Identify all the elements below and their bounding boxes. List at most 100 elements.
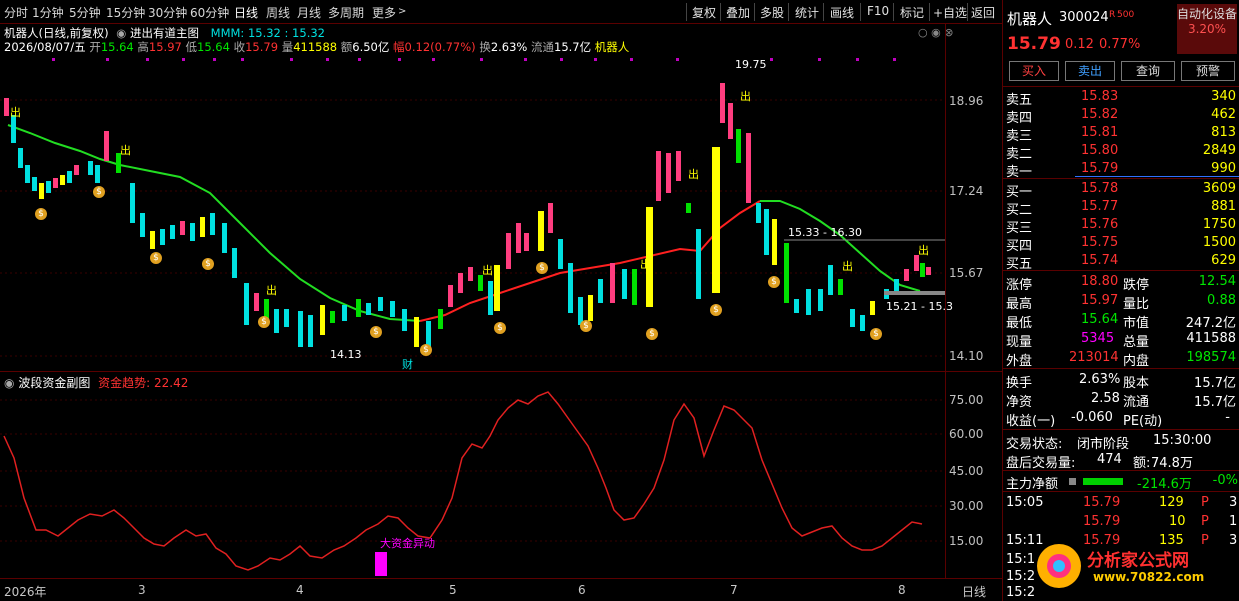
period-week[interactable]: 周线 [266,4,290,21]
quote-turnover: 2.63% [490,40,528,54]
bid-row-2: 买二 15.77 881 [1006,199,1236,218]
price-change: 0.12 [1065,37,1094,52]
bid-row-5: 买五 15.74 629 [1006,253,1236,272]
sell-button[interactable]: 卖出 [1065,61,1115,81]
money-bag-icon: $ [768,276,780,288]
quote-change: 0.12(0.77%) [404,40,476,54]
period-more[interactable]: 更多 [372,4,396,21]
f10-button[interactable]: F10 [867,4,889,18]
range-label-1: 15.33 - 16.30 [788,226,862,239]
money-bag-icon: $ [710,304,722,316]
stat2-row: 净资 2.58 流通 15.7亿 [1006,391,1236,410]
sub-axis-tick: 15.00 [949,534,984,548]
margin-flag: R [1109,10,1116,20]
tick-row: 15:05 15.79 129 P 3 [1006,495,1238,510]
chart-title: 机器人(日线,前复权) [4,26,109,40]
period-label[interactable]: 日线 [962,583,986,600]
out-signal: 出 [918,244,929,257]
out-signal: 出 [842,260,853,273]
stats-button[interactable]: 统计 [795,4,819,21]
candles [4,83,931,351]
quote-sector: 机器人 [594,40,630,54]
big-fund-signal: 大资金异动 [380,537,435,550]
more-chevron-icon[interactable]: > [398,6,406,17]
add-watchlist-button[interactable]: +自选 [933,4,967,21]
stat2-row: 收益(一) -0.060 PE(动) - [1006,410,1230,429]
period-tick[interactable]: 分时 [4,4,28,21]
sub-axis-tick: 45.00 [949,464,984,478]
period-30min[interactable]: 30分钟 [148,4,187,21]
multi-stock-button[interactable]: 多股 [760,4,784,21]
money-bag-icon: $ [646,328,658,340]
ask-row-4: 卖四 15.82 462 [1006,107,1236,126]
axis-tick: 14.10 [949,349,984,363]
query-button[interactable]: 查询 [1121,61,1175,81]
date-axis: 2026年 3 4 5 6 7 8 日线 [0,578,1002,601]
stock-code: 300024 [1059,10,1109,25]
back-button[interactable]: 返回 [971,4,995,21]
out-signal: 出 [740,90,751,103]
quote-panel: 机器人 300024 R 500 自动化设备 3.20% 15.79 0.12 … [1002,0,1239,601]
money-bag-icon: $ [870,328,882,340]
ask-row-3: 卖三 15.81 813 [1006,125,1236,144]
mmm-value: MMM: 15.32 : 15.32 [210,26,325,40]
axis-tick: 17.24 [949,184,984,198]
sub-axis-tick: 75.00 [949,393,984,407]
out-signal: 出 [10,106,21,119]
mark-button[interactable]: 标记 [900,4,924,21]
stat-row: 最低 15.64 市值 247.2亿 [1006,312,1236,331]
after-hours-row: 盘后交易量: 474 额: 74.8万 [1006,452,1193,471]
out-signal: 出 [640,258,651,271]
out-signal: 出 [482,264,493,277]
stock-name: 机器人 [1007,10,1053,28]
low-price-label: 14.13 [330,348,362,361]
period-month[interactable]: 月线 [297,4,321,21]
quote-amount: 6.50亿 [352,40,390,54]
draw-line-button[interactable]: 画线 [830,4,854,21]
adjust-button[interactable]: 复权 [692,4,716,21]
overlay-button[interactable]: 叠加 [726,4,750,21]
alert-button[interactable]: 预警 [1181,61,1235,81]
period-15min[interactable]: 15分钟 [106,4,145,21]
money-bag-icon: $ [93,186,105,198]
finance-marker: 财 [402,358,413,371]
ask-row-2: 卖二 15.80 2849 [1006,143,1236,162]
period-1min[interactable]: 1分钟 [32,4,64,21]
date-year: 2026年 [4,585,47,599]
stat-row: 外盘 213014 内盘 198574 [1006,350,1236,369]
period-60min[interactable]: 60分钟 [190,4,229,21]
stat-row: 涨停 18.80 跌停 12.54 [1006,274,1236,293]
main-indicator-name[interactable]: 进出有道主图 [130,26,199,40]
logo-text: 分析家公式网 [1087,551,1189,571]
high-price-label: 19.75 [735,58,767,71]
money-bag-icon: $ [150,252,162,264]
date-tick: 5 [449,583,457,597]
buy-button[interactable]: 买入 [1009,61,1059,81]
money-bag-icon: $ [35,208,47,220]
fund-flow-chart[interactable] [0,388,945,578]
money-bag-icon: $ [202,258,214,270]
candlestick-chart[interactable] [0,53,945,371]
date-tick: 8 [898,583,906,597]
range-label-2: 15.21 - 15.3 [886,300,953,313]
money-bag-icon: $ [494,322,506,334]
current-price: 15.79 [1007,34,1061,54]
money-bag-icon: $ [536,262,548,274]
indicator-dropdown-icon[interactable]: ◉ [116,26,126,40]
period-5min[interactable]: 5分钟 [69,4,101,21]
bid-row-3: 买三 15.76 1750 [1006,217,1236,236]
quote-open: 15.64 [100,40,134,54]
stat-row: 现量 5345 总量 411588 [1006,331,1236,350]
chart-nav-icons[interactable]: ○ ◉ ⊗ [918,26,953,39]
period-toolbar: 分时 1分钟 5分钟 15分钟 30分钟 60分钟 日线 周线 月线 多周期 更… [0,0,1002,24]
sub-axis-tick: 30.00 [949,499,984,513]
sector-change: 3.20% [1187,22,1227,36]
quote-low: 15.64 [197,40,230,54]
quote-date: 2026/08/07/五 [4,40,86,54]
axis-tick: 15.67 [949,266,984,280]
period-multi[interactable]: 多周期 [328,4,364,21]
quote-high: 15.97 [148,40,182,54]
sector-tile[interactable]: 自动化设备 3.20% [1177,4,1237,54]
logo-url: www.70822.com [1093,570,1205,584]
period-day[interactable]: 日线 [234,4,258,21]
